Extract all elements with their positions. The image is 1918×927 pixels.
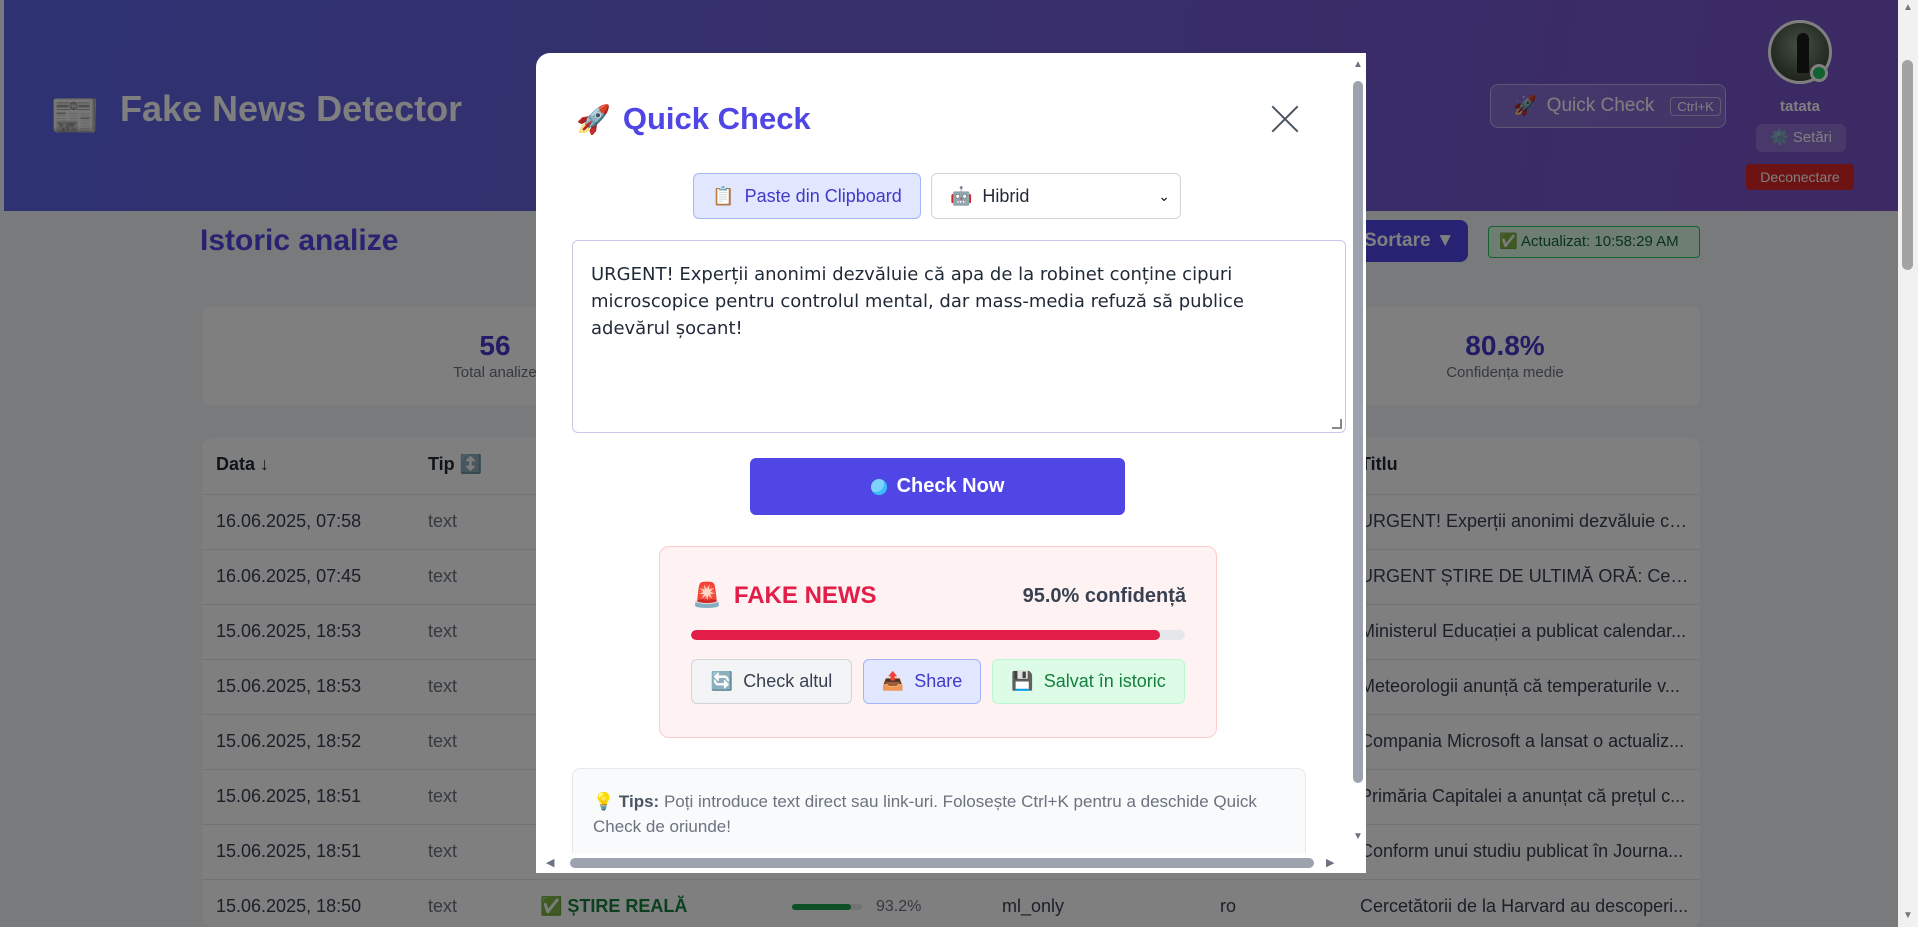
alarm-icon: 🚨 <box>692 582 722 609</box>
verdict: 🚨 FAKE NEWS <box>692 581 877 610</box>
rocket-icon: 🚀 <box>576 103 611 135</box>
news-text-value: URGENT! Experții anonimi dezvăluie că ap… <box>591 264 1244 339</box>
check-again-label: Check altul <box>743 671 833 691</box>
scroll-up-icon[interactable]: ▲ <box>1353 59 1363 70</box>
robot-icon: 🤖 <box>950 185 973 206</box>
confidence-text: 95.0% confidență <box>1022 585 1186 607</box>
chevron-down-icon: ⌄ <box>1158 188 1170 204</box>
saved-button[interactable]: 💾 Salvat în istoric <box>992 659 1185 704</box>
confidence-bar-fill <box>691 630 1161 640</box>
tips-box: 💡 Tips: Poți introduce text direct sau l… <box>572 768 1306 863</box>
refresh-icon: 🔄 <box>710 671 734 691</box>
modal-title-text: Quick Check <box>622 101 811 136</box>
scroll-right-icon[interactable]: ▶ <box>1326 856 1334 869</box>
news-text-input[interactable]: URGENT! Experții anonimi dezvăluie că ap… <box>572 240 1346 433</box>
mode-select[interactable]: 🤖 Hibrid ⌄ <box>931 173 1181 219</box>
resize-handle[interactable] <box>1332 419 1342 429</box>
page-scrollbar[interactable]: ▲ ▼ <box>1898 0 1918 927</box>
paste-clipboard-button[interactable]: 📋 Paste din Clipboard <box>693 173 921 219</box>
result-card: 🚨 FAKE NEWS 95.0% confidență 🔄 Check alt… <box>659 546 1217 738</box>
check-now-label: Check Now <box>896 475 1005 497</box>
scroll-up-icon[interactable]: ▲ <box>1903 2 1913 13</box>
saved-label: Salvat în istoric <box>1043 671 1166 691</box>
modal-title: 🚀 Quick Check <box>576 101 811 137</box>
tips-label: Tips: <box>618 792 660 811</box>
share-icon: 📤 <box>881 671 905 691</box>
scroll-left-icon[interactable]: ◀ <box>546 856 554 869</box>
tips-text: Poți introduce text direct sau link-uri.… <box>593 792 1257 836</box>
mode-selected: Hibrid <box>982 185 1030 206</box>
modal-vertical-scrollbar[interactable]: ▲ ▼ <box>1350 53 1366 853</box>
modal-horizontal-scrollbar[interactable]: ◀ ▶ <box>536 853 1366 873</box>
scroll-down-icon[interactable]: ▼ <box>1353 831 1363 842</box>
floppy-icon: 💾 <box>1011 671 1034 691</box>
share-button[interactable]: 📤 Share <box>863 659 981 704</box>
check-again-button[interactable]: 🔄 Check altul <box>691 659 852 704</box>
check-now-button[interactable]: Check Now <box>750 458 1125 515</box>
scroll-down-icon[interactable]: ▼ <box>1903 910 1913 921</box>
clipboard-icon: 📋 <box>712 185 735 206</box>
modal-hscroll-thumb[interactable] <box>570 858 1314 868</box>
paste-label: Paste din Clipboard <box>744 185 902 206</box>
share-label: Share <box>914 671 963 691</box>
verdict-label: FAKE NEWS <box>733 581 877 609</box>
close-icon[interactable] <box>1269 103 1301 135</box>
confidence-bar <box>691 630 1185 640</box>
quick-check-modal: 🚀 Quick Check 📋 Paste din Clipboard 🤖 Hi… <box>536 53 1366 873</box>
search-icon <box>870 478 887 495</box>
lightbulb-icon: 💡 <box>593 792 615 811</box>
modal-vscroll-thumb[interactable] <box>1353 81 1363 783</box>
page-scroll-thumb[interactable] <box>1902 60 1913 270</box>
